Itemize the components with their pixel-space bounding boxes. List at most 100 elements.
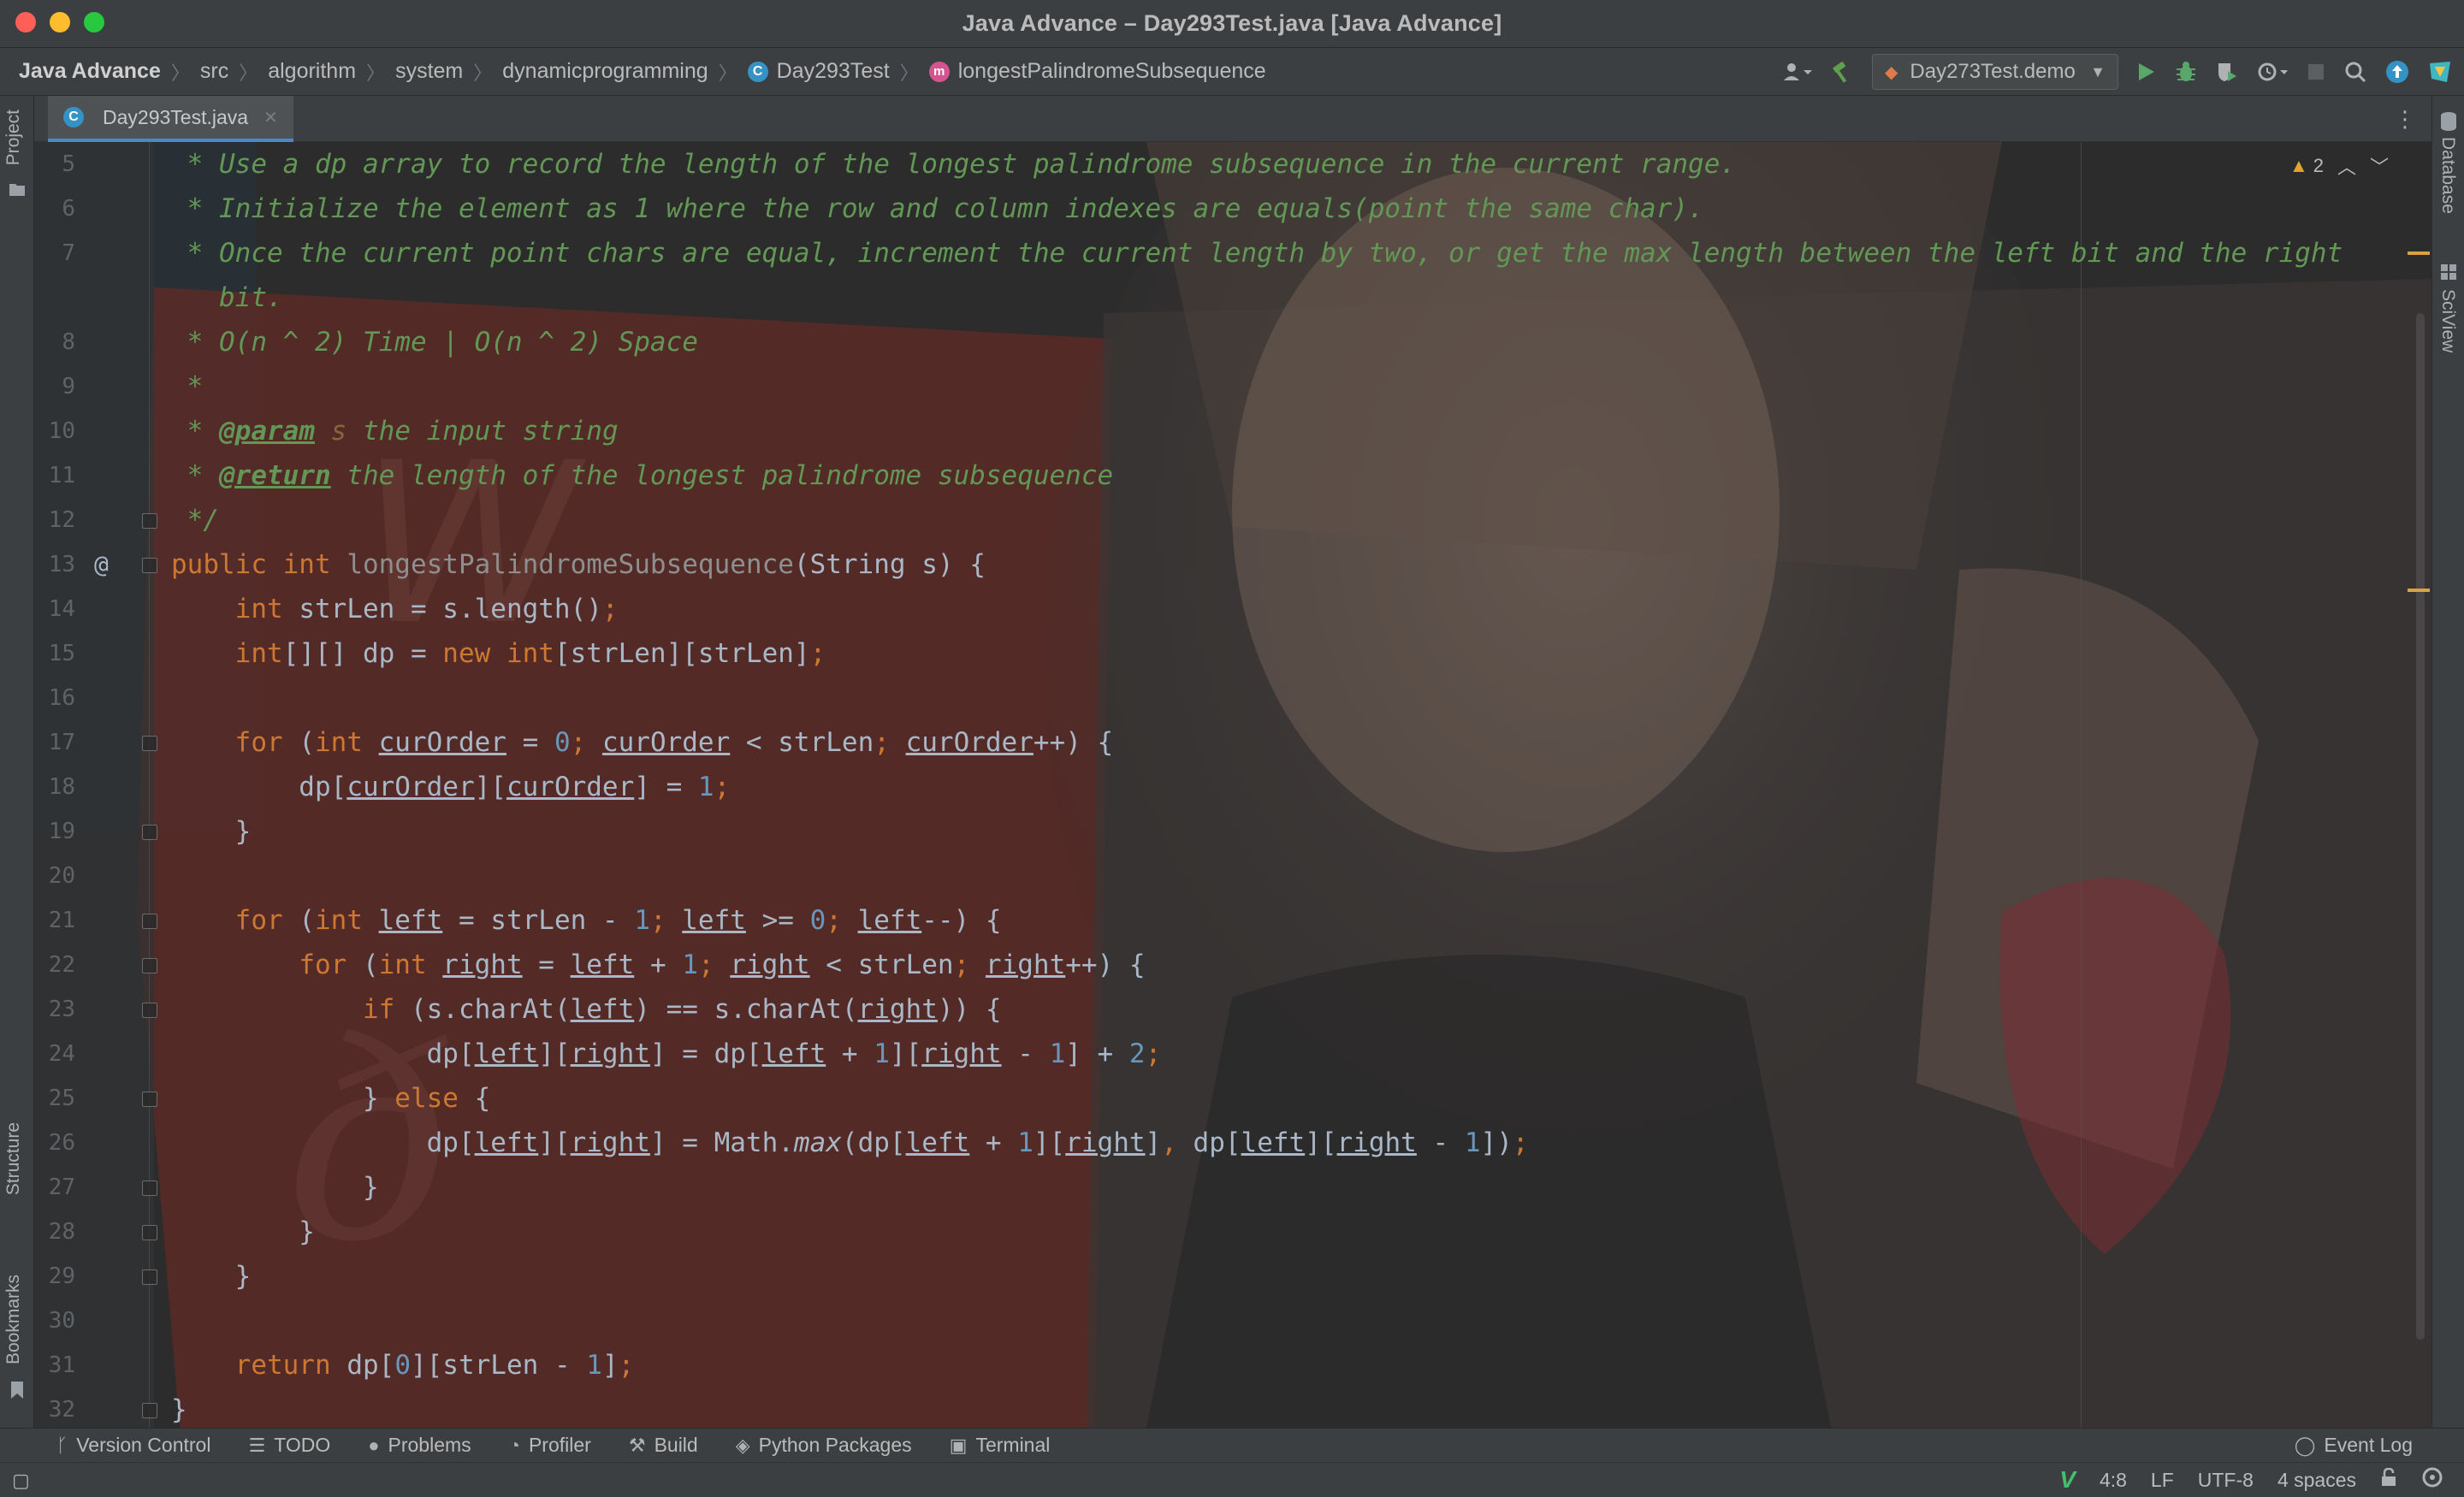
version-control-tab[interactable]: ᚴ Version Control — [56, 1434, 210, 1457]
code-text[interactable]: for (int curOrder = 0; curOrder < strLen… — [171, 720, 1114, 765]
line-number[interactable]: 28 — [34, 1210, 75, 1254]
code-line[interactable]: 30 — [34, 1299, 2431, 1343]
breadcrumb-project[interactable]: Java Advance — [19, 59, 161, 84]
code-line[interactable]: 5 * Use a dp array to record the length … — [34, 142, 2431, 186]
code-text[interactable]: * Use a dp array to record the length of… — [171, 142, 1736, 186]
sciview-tool-button[interactable]: SciView — [2437, 289, 2458, 352]
fold-toggle-icon[interactable] — [142, 1225, 157, 1240]
code-line[interactable]: bit. — [34, 275, 2431, 320]
fold-toggle-icon[interactable] — [142, 1003, 157, 1018]
code-editor[interactable]: W ð 5 * Use a dp array to record the len… — [34, 142, 2431, 1428]
code-text[interactable]: } — [171, 1165, 379, 1210]
line-number[interactable]: 6 — [34, 186, 75, 231]
fold-toggle-icon[interactable] — [142, 1092, 157, 1107]
code-line[interactable]: 19 } — [34, 809, 2431, 854]
line-number[interactable]: 15 — [34, 631, 75, 676]
todo-tab[interactable]: ☰ TODO — [248, 1434, 330, 1457]
warning-stripe-marker[interactable] — [2408, 589, 2430, 592]
jetbrains-logo-icon[interactable] — [2428, 60, 2452, 84]
code-line[interactable]: 20 — [34, 854, 2431, 898]
code-line[interactable]: 25 } else { — [34, 1076, 2431, 1121]
code-line[interactable]: 31 return dp[0][strLen - 1]; — [34, 1343, 2431, 1388]
build-tab[interactable]: ⚒ Build — [629, 1434, 698, 1457]
run-configuration-selector[interactable]: ◆ Day273Test.demo ▼ — [1872, 54, 2118, 90]
code-text[interactable]: bit. — [171, 275, 283, 320]
stop-icon[interactable] — [2307, 62, 2325, 81]
code-line[interactable]: 11 * @return the length of the longest p… — [34, 453, 2431, 498]
breadcrumb-package[interactable]: dynamicprogramming — [502, 59, 708, 84]
code-text[interactable]: public int longestPalindromeSubsequence(… — [171, 542, 986, 587]
code-text[interactable]: for (int right = left + 1; right < strLe… — [171, 943, 1145, 987]
fold-toggle-icon[interactable] — [142, 736, 157, 751]
code-text[interactable]: } — [171, 1388, 187, 1428]
code-text[interactable]: int strLen = s.length(); — [171, 587, 619, 631]
code-line[interactable]: 24 dp[left][right] = dp[left + 1][right … — [34, 1032, 2431, 1076]
code-text[interactable]: int[][] dp = new int[strLen][strLen]; — [171, 631, 826, 676]
line-number[interactable]: 27 — [34, 1165, 75, 1210]
code-line[interactable]: 6 * Initialize the element as 1 where th… — [34, 186, 2431, 231]
code-line[interactable]: 14 int strLen = s.length(); — [34, 587, 2431, 631]
code-line[interactable]: 26 dp[left][right] = Math.max(dp[left + … — [34, 1121, 2431, 1165]
code-line[interactable]: 23 if (s.charAt(left) == s.charAt(right)… — [34, 987, 2431, 1032]
inspector-icon[interactable] — [2421, 1467, 2443, 1493]
code-text[interactable]: dp[left][right] = Math.max(dp[left + 1][… — [171, 1121, 1529, 1165]
update-icon[interactable] — [2385, 60, 2409, 84]
code-line[interactable]: 29 } — [34, 1254, 2431, 1299]
code-text[interactable]: * @param s the input string — [171, 409, 619, 453]
code-text[interactable]: } — [171, 809, 252, 854]
code-line[interactable]: 16 — [34, 676, 2431, 720]
line-number[interactable]: 11 — [34, 453, 75, 498]
event-log-tab[interactable]: ◯ Event Log — [2295, 1434, 2413, 1457]
line-number[interactable]: 12 — [34, 498, 75, 542]
build-hammer-icon[interactable] — [1831, 61, 1853, 83]
code-text[interactable]: */ — [171, 498, 219, 542]
file-encoding[interactable]: UTF-8 — [2198, 1469, 2254, 1492]
fold-toggle-icon[interactable] — [142, 958, 157, 973]
fold-toggle-icon[interactable] — [142, 1180, 157, 1196]
line-number[interactable]: 19 — [34, 809, 75, 854]
line-number[interactable]: 26 — [34, 1121, 75, 1165]
code-text[interactable]: } — [171, 1254, 252, 1299]
bookmarks-tool-button[interactable]: Bookmarks — [3, 1275, 24, 1364]
code-text[interactable]: } — [171, 1210, 315, 1254]
line-number[interactable]: 23 — [34, 987, 75, 1032]
line-number[interactable]: 25 — [34, 1076, 75, 1121]
code-text[interactable]: } else { — [171, 1076, 490, 1121]
code-text[interactable]: if (s.charAt(left) == s.charAt(right)) { — [171, 987, 1002, 1032]
code-line[interactable]: 28 } — [34, 1210, 2431, 1254]
code-line[interactable]: 13 @ public int longestPalindromeSubsequen… — [34, 542, 2431, 587]
breadcrumb-class[interactable]: Day293Test — [777, 59, 890, 84]
code-text[interactable]: * Initialize the element as 1 where the … — [171, 186, 1704, 231]
lock-icon[interactable] — [2380, 1467, 2397, 1492]
run-icon[interactable] — [2137, 62, 2156, 82]
code-text[interactable]: return dp[0][strLen - 1]; — [171, 1343, 635, 1388]
code-line[interactable]: 18 dp[curOrder][curOrder] = 1; — [34, 765, 2431, 809]
code-line[interactable]: 8 * O(n ^ 2) Time | O(n ^ 2) Space — [34, 320, 2431, 364]
debug-icon[interactable] — [2175, 61, 2197, 83]
code-line[interactable]: 10 * @param s the input string — [34, 409, 2431, 453]
line-number[interactable]: 7 — [34, 231, 75, 275]
structure-tool-button[interactable]: Structure — [3, 1122, 24, 1195]
line-number[interactable]: 5 — [34, 142, 75, 186]
line-number[interactable]: 24 — [34, 1032, 75, 1076]
maximize-window-button[interactable] — [84, 12, 104, 33]
code-line[interactable]: 12 */ — [34, 498, 2431, 542]
code-text[interactable]: * O(n ^ 2) Time | O(n ^ 2) Space — [171, 320, 698, 364]
line-number[interactable]: 10 — [34, 409, 75, 453]
coverage-icon[interactable] — [2216, 61, 2238, 83]
code-text[interactable]: * — [171, 364, 204, 409]
profiler-tab[interactable]: ◔ Profiler — [509, 1434, 591, 1457]
code-line[interactable]: 9 * — [34, 364, 2431, 409]
breadcrumb-system[interactable]: system — [395, 59, 463, 84]
fold-toggle-icon[interactable] — [142, 513, 157, 529]
python-packages-tab[interactable]: ◈ Python Packages — [736, 1434, 912, 1457]
line-number[interactable]: 22 — [34, 943, 75, 987]
search-icon[interactable] — [2344, 61, 2366, 83]
tab-day293test[interactable]: C Day293Test.java ✕ — [48, 96, 293, 142]
close-icon[interactable]: ✕ — [264, 107, 278, 128]
line-number[interactable]: 30 — [34, 1299, 75, 1343]
code-text[interactable]: * @return the length of the longest pali… — [171, 453, 1114, 498]
code-line[interactable]: 22 for (int right = left + 1; right < st… — [34, 943, 2431, 987]
fold-toggle-icon[interactable] — [142, 825, 157, 840]
fold-toggle-icon[interactable] — [142, 1269, 157, 1285]
